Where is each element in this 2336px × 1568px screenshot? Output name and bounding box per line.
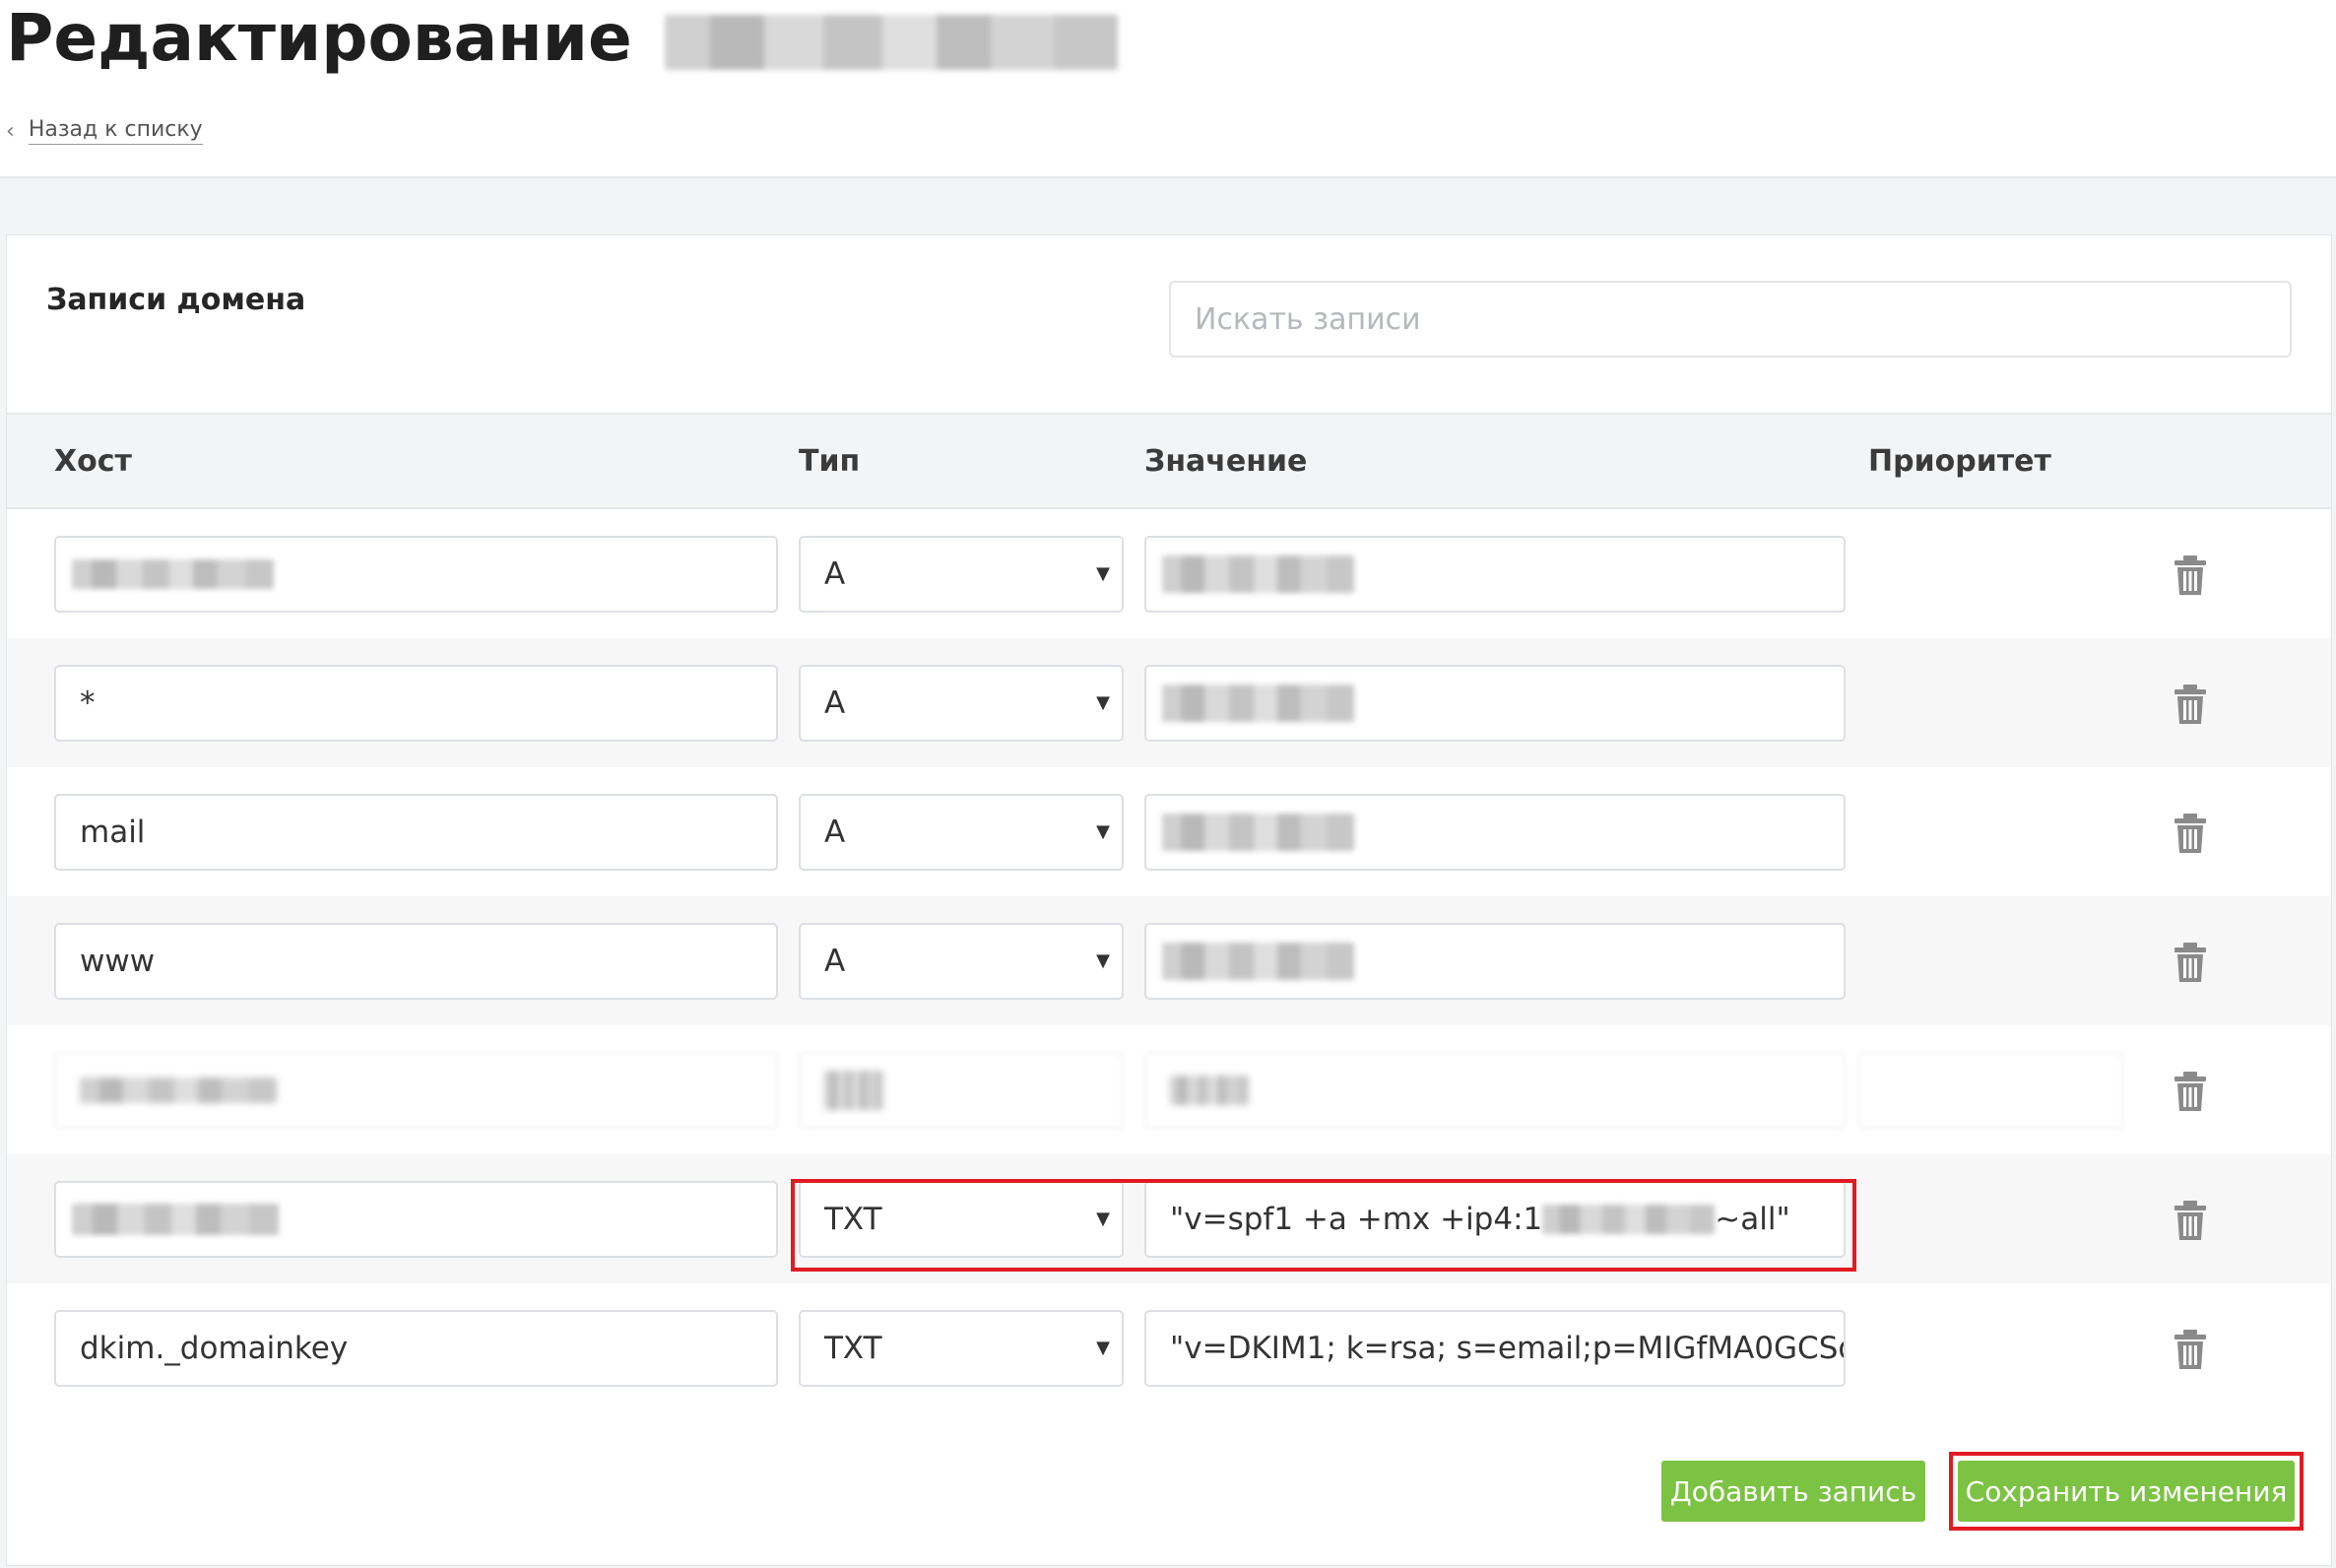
redacted-host <box>80 1078 277 1103</box>
type-value: A <box>824 686 846 721</box>
host-input[interactable] <box>54 1181 778 1258</box>
type-value: A <box>824 944 846 979</box>
caret-down-icon: ▼ <box>1096 950 1110 971</box>
value-input[interactable]: "v=DKIM1; k=rsa; s=email;p=MIGfMA0GCSqGS… <box>1144 1310 1846 1387</box>
card-title: Записи домена <box>46 283 306 317</box>
host-input[interactable]: * <box>54 665 778 742</box>
table-row: * A ▼ <box>7 638 2331 767</box>
table-row: www A ▼ <box>7 896 2331 1025</box>
highlight-spf-record <box>791 1179 1856 1272</box>
page-header: Редактирование ‹ Назад к списку <box>0 0 2336 178</box>
redacted-ip <box>1162 943 1354 980</box>
column-host: Хост <box>54 444 132 479</box>
column-value: Значение <box>1144 444 1308 479</box>
add-record-button[interactable]: Добавить запись <box>1661 1461 1925 1522</box>
redacted-ip <box>1162 814 1354 851</box>
value-input[interactable] <box>1144 794 1846 871</box>
redacted-ip <box>1162 685 1354 722</box>
caret-down-icon: ▼ <box>1096 563 1110 584</box>
search-records-input[interactable] <box>1169 281 2292 358</box>
host-value: dkim._domainkey <box>80 1331 349 1366</box>
value-input[interactable] <box>1144 1052 1846 1129</box>
column-type: Тип <box>799 444 861 479</box>
type-select[interactable]: A ▼ <box>799 794 1124 871</box>
redacted-domain-name <box>664 14 1118 70</box>
value-input[interactable] <box>1144 923 1846 1000</box>
host-input[interactable] <box>54 1052 778 1129</box>
type-select[interactable]: TXT ▼ <box>799 1310 1124 1387</box>
type-select[interactable]: A ▼ <box>799 923 1124 1000</box>
table-row: mail A ▼ <box>7 767 2331 896</box>
trash-icon[interactable] <box>2172 1329 2209 1370</box>
caret-down-icon: ▼ <box>1096 692 1110 713</box>
type-select[interactable] <box>799 1052 1124 1129</box>
redacted-ip <box>1162 555 1354 593</box>
host-value: www <box>80 944 156 979</box>
type-value: A <box>824 815 846 850</box>
back-to-list-link[interactable]: ‹ Назад к списку <box>6 116 203 146</box>
host-input[interactable] <box>54 536 778 613</box>
type-select[interactable]: A ▼ <box>799 536 1124 613</box>
trash-icon[interactable] <box>2172 813 2209 854</box>
redacted-value <box>1170 1076 1249 1105</box>
page-title-text: Редактирование <box>6 0 632 76</box>
redacted-type <box>824 1071 883 1110</box>
host-input[interactable]: mail <box>54 794 778 871</box>
table-header: Хост Тип Значение Приоритет <box>7 413 2331 509</box>
trash-icon[interactable] <box>2172 1200 2209 1241</box>
caret-down-icon: ▼ <box>1096 821 1110 842</box>
trash-icon[interactable] <box>2172 942 2209 983</box>
redacted-host <box>72 1204 279 1235</box>
type-value: TXT <box>824 1331 882 1366</box>
table-row <box>7 1025 2331 1154</box>
chevron-left-icon: ‹ <box>6 118 15 144</box>
priority-input[interactable] <box>1858 1052 2124 1129</box>
domain-records-card: Записи домена Хост Тип Значение Приорите… <box>6 234 2332 1566</box>
host-value: * <box>80 686 96 721</box>
trash-icon[interactable] <box>2172 555 2209 596</box>
trash-icon[interactable] <box>2172 684 2209 725</box>
value-input[interactable] <box>1144 665 1846 742</box>
save-changes-button[interactable]: Сохранить изменения <box>1958 1461 2295 1522</box>
type-value: A <box>824 556 846 592</box>
page-title: Редактирование <box>6 0 1118 77</box>
caret-down-icon: ▼ <box>1096 1338 1110 1358</box>
host-input[interactable]: dkim._domainkey <box>54 1310 778 1387</box>
back-link-label: Назад к списку <box>28 117 203 145</box>
table-row: A ▼ <box>7 509 2331 638</box>
column-priority: Приоритет <box>1868 444 2051 479</box>
redacted-host <box>72 559 274 589</box>
table-row: dkim._domainkey TXT ▼ "v=DKIM1; k=rsa; s… <box>7 1283 2331 1412</box>
value-input[interactable] <box>1144 536 1846 613</box>
trash-icon[interactable] <box>2172 1071 2209 1112</box>
host-input[interactable]: www <box>54 923 778 1000</box>
host-value: mail <box>80 815 146 850</box>
value-text: "v=DKIM1; k=rsa; s=email;p=MIGfMA0GCSqGS… <box>1170 1331 1846 1366</box>
type-select[interactable]: A ▼ <box>799 665 1124 742</box>
